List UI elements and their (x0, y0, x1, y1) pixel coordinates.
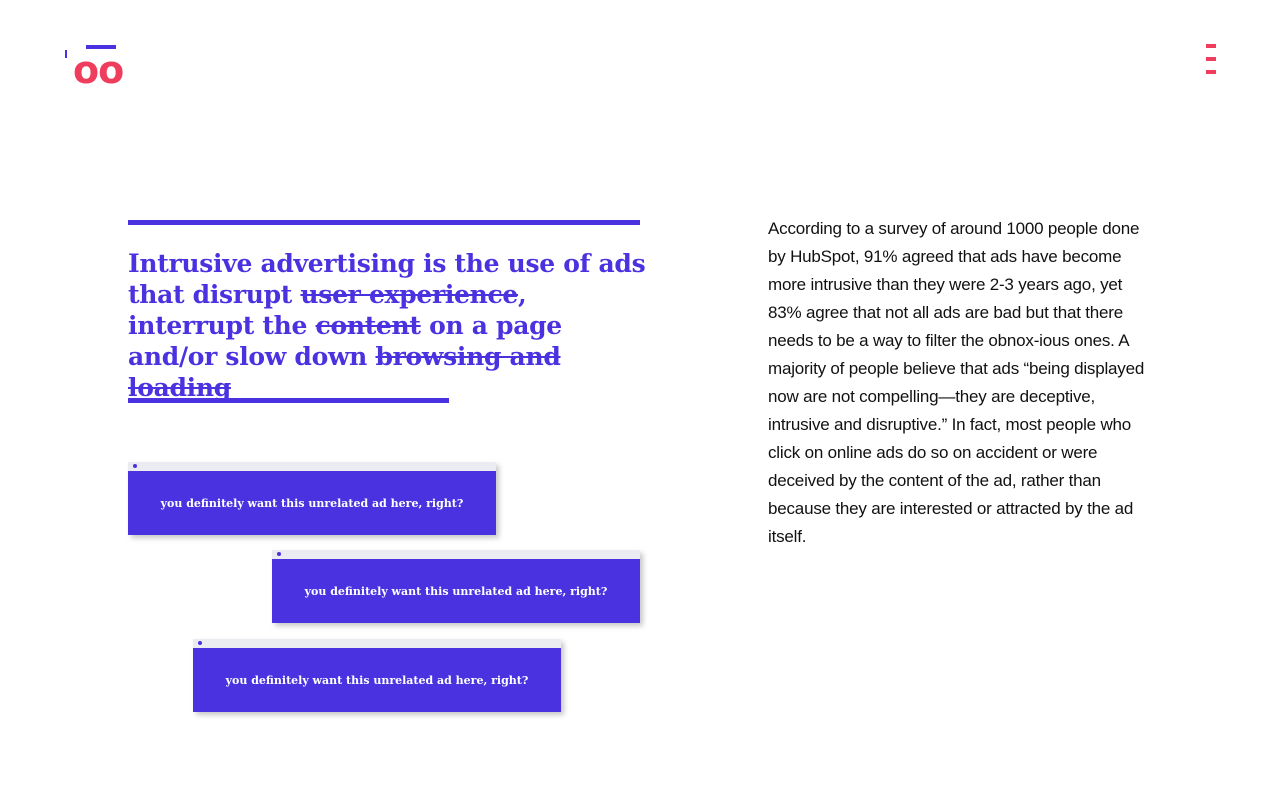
headline: Intrusive advertising is the use of ads … (128, 248, 648, 403)
headline-top-rule (128, 220, 640, 225)
ad-titlebar (193, 639, 561, 649)
ad-window-3[interactable]: you definitely want this unrelated ad he… (193, 639, 561, 712)
headline-struck-1: user experience (300, 280, 519, 309)
window-dot-icon (277, 552, 281, 556)
headline-struck-2: content (315, 311, 421, 340)
ad-text[interactable]: you definitely want this unrelated ad he… (128, 472, 496, 535)
ad-window-2[interactable]: you definitely want this unrelated ad he… (272, 550, 640, 623)
logo[interactable]: oo (62, 42, 132, 92)
window-dot-icon (198, 641, 202, 645)
ad-titlebar (272, 550, 640, 560)
ad-text[interactable]: you definitely want this unrelated ad he… (193, 649, 561, 712)
body-paragraph: According to a survey of around 1000 peo… (768, 219, 1145, 546)
headline-bottom-rule (128, 398, 449, 403)
menu-icon[interactable] (1206, 44, 1218, 78)
logo-text: oo (73, 48, 124, 92)
ad-titlebar (128, 462, 496, 472)
logo-tick (65, 50, 67, 58)
ad-text[interactable]: you definitely want this unrelated ad he… (272, 560, 640, 623)
window-dot-icon (133, 464, 137, 468)
ad-window-1[interactable]: you definitely want this unrelated ad he… (128, 462, 496, 535)
